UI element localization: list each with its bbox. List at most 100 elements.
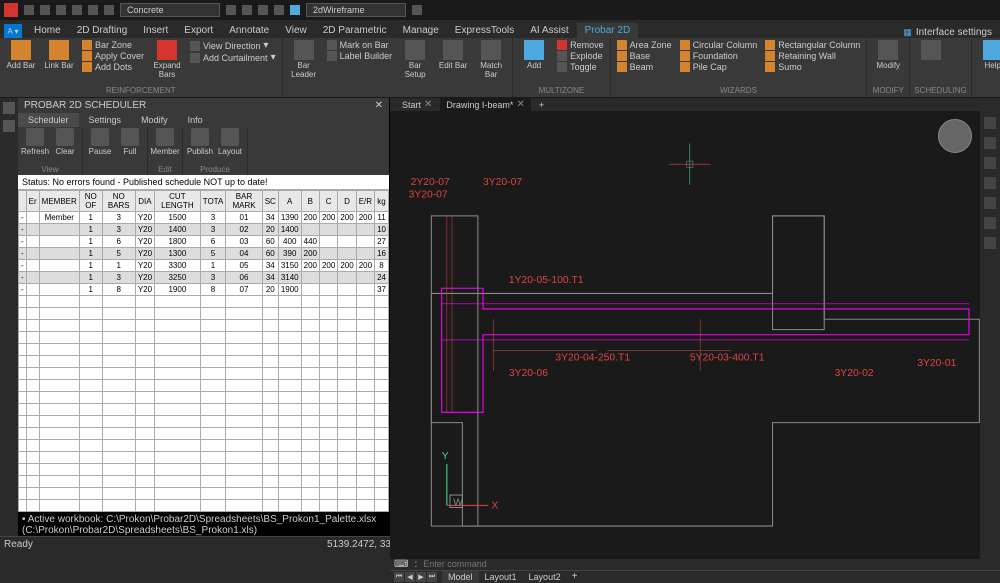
view-cube[interactable] bbox=[938, 119, 972, 153]
scheduler-full-button[interactable]: Full bbox=[116, 128, 144, 174]
ribbon-tab-2d-drafting[interactable]: 2D Drafting bbox=[69, 23, 136, 38]
titlebar-icon[interactable] bbox=[56, 5, 66, 15]
command-input[interactable] bbox=[423, 559, 996, 569]
modify-button[interactable]: Modify bbox=[871, 40, 905, 70]
help-button[interactable]: Help bbox=[976, 40, 1000, 70]
wizard-pile-cap[interactable]: Pile Cap bbox=[678, 62, 760, 72]
titlebar-icon[interactable] bbox=[40, 5, 50, 15]
wizard-base[interactable]: Base bbox=[615, 51, 674, 61]
wireframe-dropdown[interactable]: 2dWireframe bbox=[306, 3, 406, 17]
ribbon-tab-annotate[interactable]: Annotate bbox=[221, 23, 277, 38]
ribbon-tab-export[interactable]: Export bbox=[176, 23, 221, 38]
lightbulb-icon[interactable] bbox=[3, 102, 15, 114]
canvas-tab[interactable]: Start ✕ bbox=[396, 98, 438, 111]
multizone-toggle-button[interactable]: Toggle bbox=[555, 62, 606, 72]
table-row[interactable]: -11Y2033001053431502002002002008 bbox=[19, 260, 389, 272]
apply-cover-button[interactable]: Apply Cover bbox=[80, 51, 146, 61]
titlebar-icon[interactable] bbox=[290, 5, 300, 15]
tab-add[interactable]: + bbox=[568, 571, 582, 582]
add-dots-button[interactable]: Add Dots bbox=[80, 62, 146, 72]
match-bar-button[interactable]: Match Bar bbox=[474, 40, 508, 79]
titlebar-icon[interactable] bbox=[242, 5, 252, 15]
schedule-grid[interactable]: ErMEMBERNO OFNO BARSDIACUT LENGTHTOTABAR… bbox=[18, 190, 389, 512]
tool-icon[interactable] bbox=[984, 117, 996, 129]
tool-icon[interactable] bbox=[984, 217, 996, 229]
scheduler-pause-button[interactable]: Pause bbox=[86, 128, 114, 174]
layout-tab-layout2[interactable]: Layout2 bbox=[523, 571, 567, 583]
table-row[interactable]: -15Y2013005046039020016 bbox=[19, 248, 389, 260]
add-curtailment-button[interactable]: Add Curtailment ▾ bbox=[188, 52, 278, 63]
tab-nav-next[interactable]: ▶ bbox=[416, 572, 426, 582]
tool-icon[interactable] bbox=[984, 157, 996, 169]
titlebar-icon[interactable] bbox=[104, 5, 114, 15]
multizone-add-button[interactable]: Add bbox=[517, 40, 551, 70]
bar-zone-button[interactable]: Bar Zone bbox=[80, 40, 146, 50]
close-icon[interactable]: ✕ bbox=[375, 100, 383, 111]
wizard-rectangular-column[interactable]: Rectangular Column bbox=[763, 40, 862, 50]
view-direction-button[interactable]: View Direction ▾ bbox=[188, 40, 278, 51]
expand-bars-button[interactable]: Expand Bars bbox=[150, 40, 184, 79]
scheduler-refresh-button[interactable]: Refresh bbox=[21, 128, 49, 165]
material-dropdown[interactable]: Concrete bbox=[120, 3, 220, 17]
wizard-circular-column[interactable]: Circular Column bbox=[678, 40, 760, 50]
table-row[interactable]: -16Y2018006036040044027 bbox=[19, 236, 389, 248]
scheduling-button[interactable] bbox=[914, 40, 948, 61]
wizard-beam[interactable]: Beam bbox=[615, 62, 674, 72]
tool-icon[interactable] bbox=[984, 177, 996, 189]
bar-setup-button[interactable]: Bar Setup bbox=[398, 40, 432, 79]
bar-leader-button[interactable]: Bar Leader bbox=[287, 40, 321, 79]
tool-icon[interactable] bbox=[984, 237, 996, 249]
multizone-remove-button[interactable]: Remove bbox=[555, 40, 606, 50]
ribbon-tab-insert[interactable]: Insert bbox=[135, 23, 176, 38]
link-bar-button[interactable]: Link Bar bbox=[42, 40, 76, 70]
table-row[interactable]: -Member13Y20150030134139020020020020011 bbox=[19, 212, 389, 224]
tool-icon[interactable] bbox=[984, 197, 996, 209]
titlebar-icon[interactable] bbox=[258, 5, 268, 15]
ribbon-tab-expresstools[interactable]: ExpressTools bbox=[447, 23, 522, 38]
tab-nav-last[interactable]: ⏭ bbox=[427, 572, 437, 582]
scheduler-member-button[interactable]: Member bbox=[151, 128, 179, 165]
panel-icon[interactable] bbox=[3, 120, 15, 132]
titlebar-icon[interactable] bbox=[412, 5, 422, 15]
label-builder-button[interactable]: Label Builder bbox=[325, 51, 395, 61]
ribbon-tab-probar-2d[interactable]: Probar 2D bbox=[577, 23, 639, 38]
wizard-retaining-wall[interactable]: Retaining Wall bbox=[763, 51, 862, 61]
canvas-tab[interactable]: Drawing I-beam* ✕ bbox=[440, 98, 530, 111]
ribbon-tab-ai-assist[interactable]: AI Assist bbox=[522, 23, 576, 38]
scheduler-tab-info[interactable]: Info bbox=[178, 113, 213, 127]
ribbon-tab-manage[interactable]: Manage bbox=[395, 23, 447, 38]
table-row[interactable]: -13Y20140030220140010 bbox=[19, 224, 389, 236]
mark-on-bar-button[interactable]: Mark on Bar bbox=[325, 40, 395, 50]
wizard-area-zone[interactable]: Area Zone bbox=[615, 40, 674, 50]
multizone-explode-button[interactable]: Explode bbox=[555, 51, 606, 61]
ribbon-tab-2d-parametric[interactable]: 2D Parametric bbox=[315, 23, 395, 38]
ribbon-tab-view[interactable]: View bbox=[277, 23, 315, 38]
titlebar-icon[interactable] bbox=[24, 5, 34, 15]
table-row[interactable]: -18Y20190080720190037 bbox=[19, 284, 389, 296]
interface-settings-link[interactable]: ▦ Interface settings bbox=[903, 27, 1000, 38]
table-row[interactable]: -13Y20325030634314024 bbox=[19, 272, 389, 284]
app-menu-button[interactable]: A ▾ bbox=[4, 24, 22, 38]
scheduler-clear-button[interactable]: Clear bbox=[51, 128, 79, 165]
drawing-canvas[interactable]: 2Y20-07 3Y20-07 3Y20-07 1Y20-05-100.T1 3… bbox=[390, 111, 1000, 559]
ribbon-tab-home[interactable]: Home bbox=[26, 23, 69, 38]
command-line[interactable]: ⌨ : bbox=[390, 559, 1000, 570]
titlebar-icon[interactable] bbox=[88, 5, 98, 15]
titlebar-icon[interactable] bbox=[226, 5, 236, 15]
edit-bar-button[interactable]: Edit Bar bbox=[436, 40, 470, 70]
tab-nav-prev[interactable]: ◀ bbox=[405, 572, 415, 582]
titlebar-icon[interactable] bbox=[72, 5, 82, 15]
layout-tab-model[interactable]: Model bbox=[442, 571, 479, 583]
scheduler-tab-modify[interactable]: Modify bbox=[131, 113, 178, 127]
scheduler-publish-button[interactable]: Publish bbox=[186, 128, 214, 165]
wizard-sumo[interactable]: Sumo bbox=[763, 62, 862, 72]
scheduler-tab-scheduler[interactable]: Scheduler bbox=[18, 113, 79, 127]
wizard-foundation[interactable]: Foundation bbox=[678, 51, 760, 61]
tool-icon[interactable] bbox=[984, 137, 996, 149]
scheduler-tab-settings[interactable]: Settings bbox=[79, 113, 132, 127]
layout-tab-layout1[interactable]: Layout1 bbox=[479, 571, 523, 583]
titlebar-icon[interactable] bbox=[274, 5, 284, 15]
canvas-tab-add[interactable]: + bbox=[533, 99, 550, 111]
scheduler-layout-button[interactable]: Layout bbox=[216, 128, 244, 165]
tab-nav-first[interactable]: ⏮ bbox=[394, 572, 404, 582]
